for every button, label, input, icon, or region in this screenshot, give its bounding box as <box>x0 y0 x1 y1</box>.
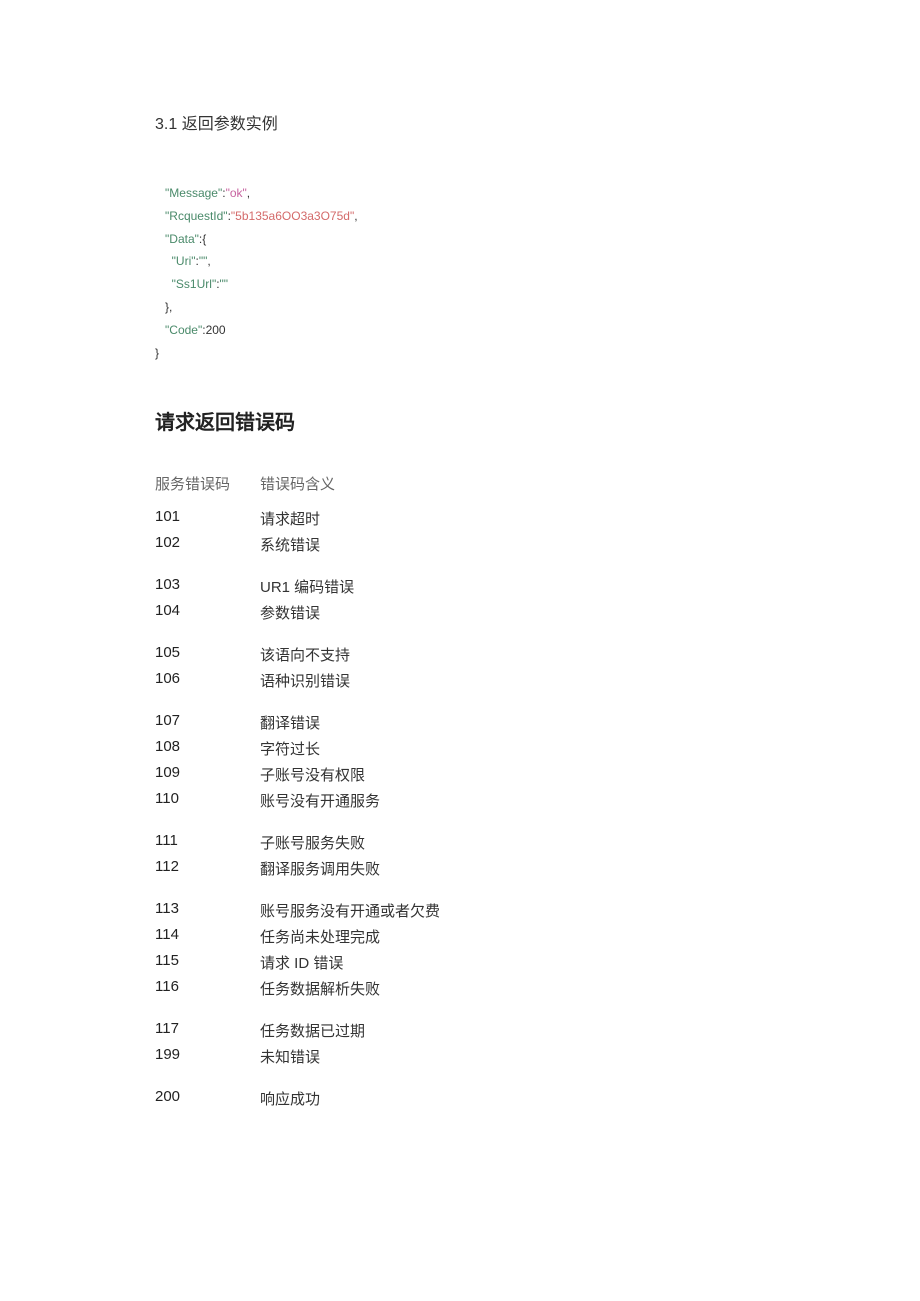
error-meaning: 账号服务没有开通或者欠费 <box>260 900 765 921</box>
error-meaning: 任务数据已过期 <box>260 1020 765 1041</box>
error-code: 105 <box>155 644 260 665</box>
error-section-title: 请求返回错误码 <box>155 406 765 435</box>
error-code: 200 <box>155 1088 260 1109</box>
error-row: 104参数错误 <box>155 602 765 623</box>
code-block: "Message":"ok", "RcquestId":"5b135a6OO3a… <box>155 182 765 364</box>
error-code: 117 <box>155 1020 260 1041</box>
error-code: 108 <box>155 738 260 759</box>
error-row: 107翻译错误 <box>155 712 765 733</box>
code-line: "Data":{ <box>155 228 765 251</box>
error-meaning: 该语向不支持 <box>260 644 765 665</box>
error-row: 111子账号服务失败 <box>155 832 765 853</box>
error-code: 102 <box>155 534 260 555</box>
error-meaning: 响应成功 <box>260 1088 765 1109</box>
error-meaning: 账号没有开通服务 <box>260 790 765 811</box>
error-code: 116 <box>155 978 260 999</box>
error-meaning: 字符过长 <box>260 738 765 759</box>
code-line: }, <box>155 296 765 319</box>
error-meaning: 系统错误 <box>260 534 765 555</box>
error-table: 服务错误码 错误码含义 101请求超时102系统错误103UR1 编码错误104… <box>155 473 765 1109</box>
error-meaning: UR1 编码错误 <box>260 576 765 597</box>
error-code: 109 <box>155 764 260 785</box>
error-meaning: 未知错误 <box>260 1046 765 1067</box>
header-meaning: 错误码含义 <box>260 473 765 494</box>
error-row: 109子账号没有权限 <box>155 764 765 785</box>
error-code: 106 <box>155 670 260 691</box>
error-code: 101 <box>155 508 260 529</box>
error-code: 115 <box>155 952 260 973</box>
error-meaning: 请求超时 <box>260 508 765 529</box>
error-row: 114任务尚未处理完成 <box>155 926 765 947</box>
error-meaning: 请求 ID 错误 <box>260 952 765 973</box>
error-row: 116任务数据解析失败 <box>155 978 765 999</box>
error-code: 110 <box>155 790 260 811</box>
error-row: 113账号服务没有开通或者欠费 <box>155 900 765 921</box>
error-row: 112翻译服务调用失败 <box>155 858 765 879</box>
section-title: 3.1 返回参数实例 <box>155 110 765 134</box>
error-meaning: 子账号服务失败 <box>260 832 765 853</box>
error-meaning: 语种识别错误 <box>260 670 765 691</box>
error-code: 107 <box>155 712 260 733</box>
error-row: 105该语向不支持 <box>155 644 765 665</box>
error-row: 103UR1 编码错误 <box>155 576 765 597</box>
error-code: 103 <box>155 576 260 597</box>
code-line: "Ss1Url":"" <box>155 273 765 296</box>
error-row: 101请求超时 <box>155 508 765 529</box>
error-row: 106语种识别错误 <box>155 670 765 691</box>
error-code: 111 <box>155 832 260 853</box>
code-line: "Message":"ok", <box>155 182 765 205</box>
error-code: 114 <box>155 926 260 947</box>
code-line: "RcquestId":"5b135a6OO3a3O75d", <box>155 205 765 228</box>
code-line: "Code":200 <box>155 319 765 342</box>
error-meaning: 翻译错误 <box>260 712 765 733</box>
error-code: 113 <box>155 900 260 921</box>
code-line: "Uri":"", <box>155 250 765 273</box>
error-row: 110账号没有开通服务 <box>155 790 765 811</box>
header-code: 服务错误码 <box>155 473 260 494</box>
error-meaning: 子账号没有权限 <box>260 764 765 785</box>
error-meaning: 翻译服务调用失败 <box>260 858 765 879</box>
error-table-header: 服务错误码 错误码含义 <box>155 473 765 494</box>
error-row: 102系统错误 <box>155 534 765 555</box>
error-meaning: 任务数据解析失败 <box>260 978 765 999</box>
code-line: } <box>155 342 765 365</box>
error-row: 199未知错误 <box>155 1046 765 1067</box>
error-row: 108字符过长 <box>155 738 765 759</box>
error-row: 117任务数据已过期 <box>155 1020 765 1041</box>
error-row: 115请求 ID 错误 <box>155 952 765 973</box>
error-meaning: 参数错误 <box>260 602 765 623</box>
error-meaning: 任务尚未处理完成 <box>260 926 765 947</box>
error-code: 199 <box>155 1046 260 1067</box>
error-code: 112 <box>155 858 260 879</box>
error-code: 104 <box>155 602 260 623</box>
error-row: 200响应成功 <box>155 1088 765 1109</box>
